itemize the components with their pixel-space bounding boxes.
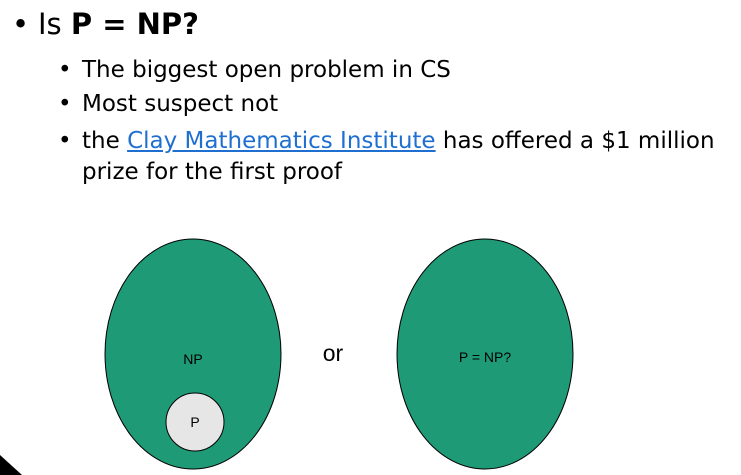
p-label: P xyxy=(190,414,199,430)
slide: • Is P = NP? • The biggest open problem … xyxy=(0,0,741,475)
p-equals-np-label: P = NP? xyxy=(459,349,511,365)
corner-decoration xyxy=(0,455,22,475)
complexity-diagram: NP P or P = NP? xyxy=(0,238,574,475)
np-label: NP xyxy=(183,351,202,367)
or-label: or xyxy=(323,340,344,366)
